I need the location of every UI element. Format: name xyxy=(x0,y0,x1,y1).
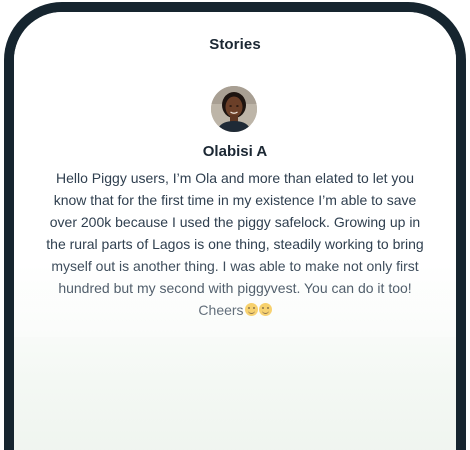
phone-frame: Stories Olabisi A Hello Piggy users, I’m… xyxy=(4,2,466,450)
smiling-face-icon xyxy=(244,303,258,316)
avatar xyxy=(211,86,257,132)
smiling-face-icon xyxy=(258,303,272,316)
page-title: Stories xyxy=(209,36,261,53)
stories-screen: Stories Olabisi A Hello Piggy users, I’m… xyxy=(14,12,456,450)
story-text-block: Hello Piggy users, I’m Ola and more than… xyxy=(40,167,430,321)
story-text: Hello Piggy users, I’m Ola and more than… xyxy=(46,170,424,318)
user-photo-icon xyxy=(211,86,257,132)
author-name: Olabisi A xyxy=(202,143,268,160)
